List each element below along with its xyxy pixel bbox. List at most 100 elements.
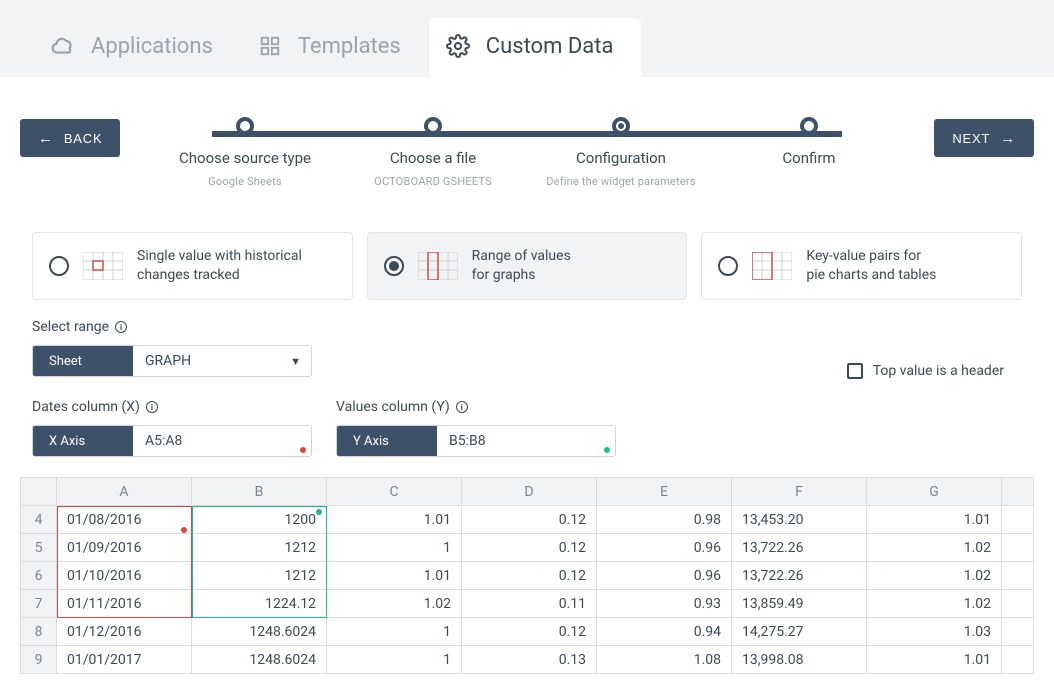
tab-custom-data[interactable]: Custom Data (429, 18, 642, 77)
sheet-thumb-icon (752, 252, 792, 280)
table-row[interactable]: 401/08/201612001.010.120.9813,453.201.01 (21, 506, 1034, 534)
row-header[interactable]: 5 (21, 534, 57, 562)
cell[interactable]: 1 (327, 646, 462, 674)
row-header[interactable]: 4 (21, 506, 57, 534)
spreadsheet[interactable]: A B C D E F G 401/08/201612001.010.120.9… (20, 477, 1034, 674)
step-4[interactable]: Confirm (724, 117, 894, 188)
row-header[interactable]: 8 (21, 618, 57, 646)
cell[interactable]: 0.94 (597, 618, 732, 646)
back-button[interactable]: ← BACK (20, 119, 120, 157)
row-header[interactable]: 9 (21, 646, 57, 674)
cell[interactable]: 1.02 (327, 590, 462, 618)
cell[interactable]: 13,722.26 (732, 562, 867, 590)
col-header[interactable]: B (192, 478, 327, 506)
back-label: BACK (64, 131, 103, 146)
step-1[interactable]: Choose source type Google Sheets (160, 117, 330, 188)
cell[interactable]: 1 (327, 618, 462, 646)
cell[interactable]: 1 (327, 534, 462, 562)
cell[interactable]: 0.98 (597, 506, 732, 534)
col-header[interactable]: A (57, 478, 192, 506)
info-icon[interactable]: i (146, 401, 158, 413)
cell[interactable]: 1.02 (867, 590, 1002, 618)
sheet-label: Sheet (33, 346, 133, 376)
cell[interactable]: 1.03 (867, 618, 1002, 646)
radio-checked-icon (384, 256, 404, 276)
cell[interactable]: 14,275.27 (732, 618, 867, 646)
cell[interactable]: 0.96 (597, 562, 732, 590)
sheet-thumb-icon (83, 252, 123, 280)
step-circle-icon (612, 117, 630, 135)
col-header[interactable]: D (462, 478, 597, 506)
table-row[interactable]: 701/11/20161224.121.020.110.9313,859.491… (21, 590, 1034, 618)
cell[interactable]: 0.12 (462, 562, 597, 590)
main-panel: ← BACK NEXT → Choose source type Google … (0, 77, 1054, 681)
option-key-value[interactable]: Key-value pairs for pie charts and table… (701, 232, 1022, 300)
green-marker-icon (604, 447, 610, 453)
row-header[interactable]: 6 (21, 562, 57, 590)
cell[interactable]: 01/01/2017 (57, 646, 192, 674)
cell-gutter (1002, 506, 1034, 534)
cell-gutter (1002, 590, 1034, 618)
tab-templates[interactable]: Templates (241, 18, 429, 77)
option-single-value[interactable]: Single value with historical changes tra… (32, 232, 353, 300)
info-icon[interactable]: i (456, 401, 468, 413)
tab-label: Templates (298, 34, 401, 59)
option-line2: for graphs (472, 266, 571, 285)
option-range-values[interactable]: Range of values for graphs (367, 232, 688, 300)
next-label: NEXT (952, 131, 990, 146)
cell[interactable]: 0.93 (597, 590, 732, 618)
cell[interactable]: 01/08/2016 (57, 506, 192, 534)
tab-applications[interactable]: Applications (34, 18, 241, 77)
cell[interactable]: 0.96 (597, 534, 732, 562)
cell[interactable]: 1.01 (327, 506, 462, 534)
col-header[interactable]: G (867, 478, 1002, 506)
cell[interactable]: 1.01 (867, 506, 1002, 534)
cell[interactable]: 01/12/2016 (57, 618, 192, 646)
header-checkbox[interactable]: Top value is a header (847, 363, 1004, 379)
col-header[interactable]: F (732, 478, 867, 506)
cell[interactable]: 1212 (192, 562, 327, 590)
cell[interactable]: 0.12 (462, 618, 597, 646)
cell[interactable]: 1248.6024 (192, 646, 327, 674)
cell[interactable]: 1.02 (867, 562, 1002, 590)
cell[interactable]: 1.01 (867, 646, 1002, 674)
cell[interactable]: 1.08 (597, 646, 732, 674)
table-row[interactable]: 501/09/2016121210.120.9613,722.261.02 (21, 534, 1034, 562)
y-axis-input[interactable]: Y Axis B5:B8 (336, 425, 616, 457)
red-marker-icon (300, 447, 306, 453)
cell[interactable]: 1212 (192, 534, 327, 562)
cell[interactable]: 1200 (192, 506, 327, 534)
cell[interactable]: 13,859.49 (732, 590, 867, 618)
cell[interactable]: 0.11 (462, 590, 597, 618)
x-axis-input[interactable]: X Axis A5:A8 (32, 425, 312, 457)
cell[interactable]: 13,722.26 (732, 534, 867, 562)
cell[interactable]: 1.01 (327, 562, 462, 590)
sheet-thumb-icon (418, 252, 458, 280)
top-tabs: Applications Templates Custom Data (0, 0, 1054, 77)
step-sublabel: OCTOBOARD GSHEETS (348, 175, 518, 188)
sheet-select[interactable]: Sheet GRAPH ▼ (32, 345, 312, 377)
info-icon[interactable]: i (115, 321, 127, 333)
cell[interactable]: 13,453.20 (732, 506, 867, 534)
cell[interactable]: 0.12 (462, 534, 597, 562)
cell[interactable]: 13,998.08 (732, 646, 867, 674)
col-header[interactable]: C (327, 478, 462, 506)
arrow-right-icon: → (1000, 130, 1016, 147)
next-button[interactable]: NEXT → (934, 119, 1034, 157)
cell[interactable]: 01/11/2016 (57, 590, 192, 618)
cell[interactable]: 1224.12 (192, 590, 327, 618)
step-3[interactable]: Configuration Define the widget paramete… (536, 117, 706, 188)
table-row[interactable]: 601/10/201612121.010.120.9613,722.261.02 (21, 562, 1034, 590)
table-row[interactable]: 901/01/20171248.602410.131.0813,998.081.… (21, 646, 1034, 674)
table-row[interactable]: 801/12/20161248.602410.120.9414,275.271.… (21, 618, 1034, 646)
cell[interactable]: 0.13 (462, 646, 597, 674)
col-header[interactable]: E (597, 478, 732, 506)
cell[interactable]: 01/09/2016 (57, 534, 192, 562)
cell[interactable]: 0.12 (462, 506, 597, 534)
cell[interactable]: 1248.6024 (192, 618, 327, 646)
cell[interactable]: 1.02 (867, 534, 1002, 562)
step-2[interactable]: Choose a file OCTOBOARD GSHEETS (348, 117, 518, 188)
row-header[interactable]: 7 (21, 590, 57, 618)
cell-gutter (1002, 618, 1034, 646)
cell[interactable]: 01/10/2016 (57, 562, 192, 590)
